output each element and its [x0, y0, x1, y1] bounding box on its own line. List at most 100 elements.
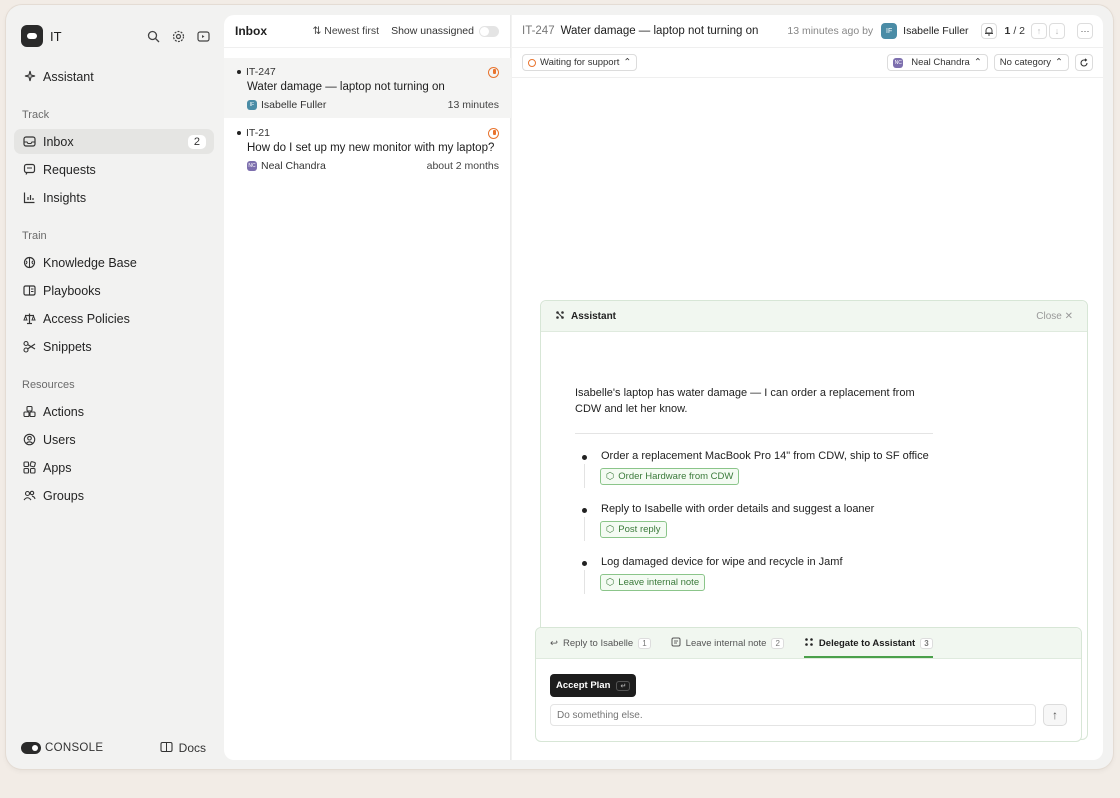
ticket-id: IT-247 [522, 25, 555, 37]
ticket-time: 13 minutes [447, 99, 499, 111]
shortcut-key: 2 [771, 637, 784, 649]
divider [575, 433, 933, 434]
console-logo[interactable]: CONSOLE [21, 742, 103, 754]
unread-dot [237, 70, 241, 74]
workspace-logo[interactable] [21, 25, 43, 47]
console-logo-icon [21, 742, 41, 754]
ticket-title: Water damage — laptop not turning on [560, 25, 759, 37]
workspace-row: IT [21, 25, 211, 47]
composer-input[interactable] [550, 704, 1036, 726]
book-icon [22, 284, 36, 298]
enter-key-icon: ↵ [616, 680, 631, 691]
sort-icon: ⇅ [312, 25, 322, 37]
sidebar-item-knowledge-base[interactable]: Knowledge Base [14, 250, 214, 275]
step-action-label: Order Hardware from CDW [618, 471, 734, 482]
step-text: Log damaged device for wipe and recycle … [601, 556, 843, 568]
priority-icon [488, 127, 499, 139]
cube-icon: ⬡ [606, 471, 615, 482]
sort-button[interactable]: ⇅ Newest first [312, 25, 379, 37]
refresh-icon[interactable] [1075, 54, 1093, 71]
sidebar-item-requests[interactable]: Requests [14, 157, 214, 182]
step-bullet [582, 455, 587, 460]
brain-icon [22, 256, 36, 270]
search-icon[interactable] [146, 29, 161, 44]
tab-label: Leave internal note [685, 637, 767, 649]
reply-icon: ↩ [550, 637, 558, 649]
cubes-icon [22, 405, 36, 419]
sidebar-item-users[interactable]: Users [14, 427, 214, 452]
sidebar-item-access-policies[interactable]: Access Policies [14, 306, 214, 331]
ticket-properties-bar: Waiting for support ⌃ NC Neal Chandra ⌃ … [512, 48, 1103, 78]
sidebar-item-groups[interactable]: Groups [14, 483, 214, 508]
assistant-message: Isabelle's laptop has water damage — I c… [575, 387, 915, 415]
tab-reply[interactable]: ↩ Reply to Isabelle 1 [550, 628, 651, 658]
accept-plan-label: Accept Plan [556, 680, 611, 691]
step-bullet [582, 508, 587, 513]
toggle-switch[interactable] [479, 25, 499, 37]
docs-link[interactable]: Docs [160, 741, 206, 756]
ticket-row[interactable]: IT-247 Water damage — laptop not turning… [224, 58, 511, 118]
gear-icon[interactable] [171, 29, 186, 44]
section-label-resources: Resources [22, 379, 75, 391]
apps-grid-icon [22, 461, 36, 475]
step-connector [584, 517, 585, 541]
arrow-up-icon[interactable]: ↑ [1031, 23, 1047, 39]
sidebar-item-inbox[interactable]: Inbox 2 [14, 129, 214, 154]
status-select[interactable]: Waiting for support ⌃ [522, 54, 638, 71]
bell-icon[interactable] [980, 23, 997, 39]
sidebar-item-insights[interactable]: Insights [14, 185, 214, 210]
cube-icon: ⬡ [606, 524, 615, 535]
step-action-tag[interactable]: ⬡ Order Hardware from CDW [600, 468, 740, 485]
ticket-row[interactable]: IT-21 How do I set up my new monitor wit… [224, 119, 511, 179]
step-action-tag[interactable]: ⬡ Post reply [600, 521, 667, 538]
step-action-tag[interactable]: ⬡ Leave internal note [600, 574, 706, 591]
category-select[interactable]: No category ⌃ [993, 54, 1069, 71]
sidebar-item-label: Playbooks [43, 283, 101, 298]
tab-internal-note[interactable]: Leave internal note 2 [671, 628, 784, 658]
requester-name: Isabelle Fuller [261, 99, 327, 111]
sidebar-item-label: Access Policies [43, 311, 130, 326]
ticket-id: IT-247 [246, 66, 276, 78]
status-icon [528, 58, 536, 67]
assignee-select[interactable]: NC Neal Chandra ⌃ [887, 54, 988, 71]
plan-step: Reply to Isabelle with order details and… [582, 503, 875, 541]
sidebar-item-snippets[interactable]: Snippets [14, 334, 214, 359]
assistant-panel-title: Assistant [571, 310, 617, 322]
accept-plan-button[interactable]: Accept Plan ↵ [550, 674, 637, 697]
step-text: Reply to Isabelle with order details and… [601, 503, 875, 515]
category-label: No category [999, 57, 1052, 68]
section-label-train: Train [22, 230, 47, 242]
assignee-name: Neal Chandra [911, 57, 970, 68]
pager-current: 1 [1004, 25, 1011, 37]
scissors-icon [22, 340, 36, 354]
sparkle-icon [22, 70, 36, 84]
note-icon [671, 637, 681, 650]
sidebar-item-assistant[interactable]: Assistant [14, 64, 214, 89]
sidebar-item-label: Assistant [43, 69, 94, 84]
send-button[interactable]: ↑ [1043, 704, 1067, 726]
ticket-id: IT-21 [246, 127, 270, 139]
unread-dot [237, 131, 241, 135]
close-button[interactable]: Close ✕ [1036, 311, 1073, 322]
sidebar-item-playbooks[interactable]: Playbooks [14, 278, 214, 303]
step-action-label: Leave internal note [618, 577, 700, 588]
sidebar-toggle-icon[interactable] [196, 29, 211, 44]
arrow-down-icon[interactable]: ↓ [1049, 23, 1065, 39]
tab-delegate-assistant[interactable]: Delegate to Assistant 3 [803, 628, 933, 658]
sidebar: IT Assistant Track Inbox 2 Requests Insi… [6, 5, 220, 769]
step-connector [584, 570, 585, 594]
section-label-track: Track [22, 109, 50, 121]
workspace-name[interactable]: IT [50, 29, 62, 44]
sidebar-item-actions[interactable]: Actions [14, 399, 214, 424]
sidebar-footer: CONSOLE Docs [21, 740, 206, 756]
cube-icon: ⬡ [606, 577, 615, 588]
users-icon [22, 489, 36, 503]
requester-avatar: IF [247, 100, 257, 110]
sidebar-item-apps[interactable]: Apps [14, 455, 214, 480]
show-unassigned-toggle[interactable]: Show unassigned [391, 25, 499, 37]
ticket-author[interactable]: IF Isabelle Fuller [881, 23, 969, 39]
sidebar-item-label: Insights [43, 190, 87, 205]
more-icon[interactable]: ··· [1077, 23, 1093, 39]
console-brand: CONSOLE [45, 742, 104, 754]
priority-icon [488, 66, 499, 78]
